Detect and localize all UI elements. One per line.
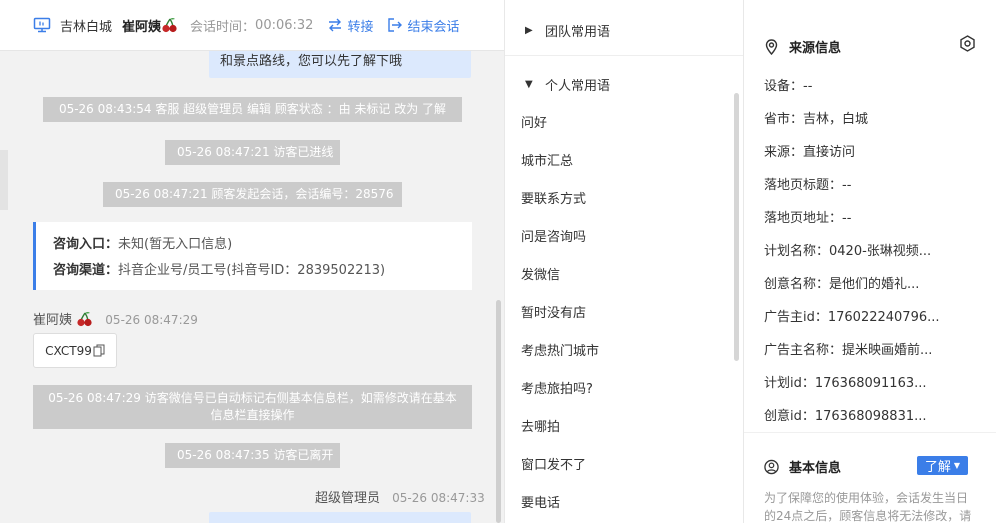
basic-info-title: 基本信息 xyxy=(764,457,841,476)
divider xyxy=(505,55,743,56)
status-dropdown[interactable]: 了解 ▼ xyxy=(917,456,968,475)
status-value: 了解 xyxy=(924,460,951,475)
team-phrases-group[interactable]: ▶ 团队常用语 xyxy=(525,21,610,40)
system-message-status: 05-26 08:43:54 客服 超级管理员 编辑 顾客状态 ：由 未标记 改… xyxy=(43,97,462,122)
system-message-left: 05-26 08:47:35 访客已离开 xyxy=(165,443,340,468)
phrase-item[interactable]: 问好 xyxy=(521,112,547,131)
entry-value: 未知(暂无入口信息) xyxy=(118,237,233,252)
location-pin-icon xyxy=(765,38,778,55)
caret-down-icon: ▼ xyxy=(525,79,533,90)
landing-url-info: 落地页地址：-- xyxy=(764,211,852,226)
visitor-city: 吉林白城 xyxy=(60,19,113,35)
team-phrases-label: 团队常用语 xyxy=(545,25,611,40)
chat-panel: 和景点路线，您可以先了解下哦 05-26 08:43:54 客服 超级管理员 编… xyxy=(0,0,504,523)
visitor-name: 崔阿姨 xyxy=(122,19,162,35)
session-time-value: 00:06:32 xyxy=(255,17,314,33)
device-info: 设备：-- xyxy=(764,79,813,94)
agent-message-bubble-bottom xyxy=(209,512,471,523)
source-info-title: 来源信息 xyxy=(764,37,841,56)
chat-header: 吉林白城 崔阿姨 会话时间： 00:06:32 转接 结束会话 xyxy=(0,0,504,51)
phrase-item[interactable]: 要联系方式 xyxy=(521,188,586,207)
copy-icon[interactable] xyxy=(93,344,105,357)
phrases-scrollbar[interactable] xyxy=(734,93,739,361)
inquiry-info-card: 咨询入口：未知(暂无入口信息) 咨询渠道：抖音企业号/员工号(抖音号ID：283… xyxy=(33,222,472,290)
chat-workspace: 和景点路线，您可以先了解下哦 05-26 08:43:54 客服 超级管理员 编… xyxy=(0,0,996,523)
settings-icon[interactable] xyxy=(959,35,976,52)
visitor-message-time: 05-26 08:47:29 xyxy=(105,313,198,327)
cherry-icon xyxy=(162,18,177,33)
advertiser-name-info: 广告主名称：提米映画婚前... xyxy=(764,343,933,358)
monitor-icon xyxy=(33,17,51,33)
personal-phrases-group[interactable]: ▼ 个人常用语 xyxy=(525,75,610,94)
basic-info-label: 基本信息 xyxy=(789,461,842,476)
transfer-icon xyxy=(329,18,342,32)
entry-row: 咨询入口：未知(暂无入口信息) xyxy=(53,232,472,258)
entry-key: 咨询入口： xyxy=(53,237,119,252)
end-session-label: 结束会话 xyxy=(407,19,460,35)
visitor-sender: 崔阿姨 05-26 08:47:29 xyxy=(33,309,198,328)
session-time-label: 会话时间： xyxy=(190,19,256,35)
common-phrases-panel: ▶ 团队常用语 ▼ 个人常用语 问好 城市汇总 要联系方式 问是咨询吗 发微信 … xyxy=(504,0,744,523)
channel-key: 咨询渠道： xyxy=(53,263,119,278)
system-message-start: 05-26 08:47:21 顾客发起会话，会话编号：28576 xyxy=(103,182,402,207)
visitor-sender-name: 崔阿姨 xyxy=(33,313,73,328)
phrase-item[interactable]: 暂时没有店 xyxy=(521,302,586,321)
phrase-item[interactable]: 要电话 xyxy=(521,492,560,511)
phrase-item[interactable]: 考虑热门城市 xyxy=(521,340,599,359)
agent-sender-name: 超级管理员 xyxy=(315,491,381,506)
personal-phrases-label: 个人常用语 xyxy=(545,79,611,94)
cherry-icon xyxy=(77,312,92,327)
advertiser-id-info: 广告主id：176022240796... xyxy=(764,310,940,325)
agent-message-time: 05-26 08:47:33 xyxy=(392,491,485,505)
channel-value: 抖音企业号/员工号(抖音号ID：2839502213) xyxy=(118,263,386,278)
visitor-info-panel: 来源信息 设备：-- 省市：吉林，白城 来源：直接访问 落地页标题：-- 落地页… xyxy=(744,0,996,523)
plan-name-info: 计划名称：0420-张琳视频... xyxy=(764,244,932,259)
edit-notice: 为了保障您的使用体验，会话发生当日的24点之后，顾客信息将无法修改，请 xyxy=(764,491,972,523)
visitor-code-text: CXCT99 xyxy=(45,343,92,358)
province-info: 省市：吉林，白城 xyxy=(764,112,869,127)
channel-row: 咨询渠道：抖音企业号/员工号(抖音号ID：2839502213) xyxy=(53,258,472,284)
idea-id-info: 创意id：176368098831... xyxy=(764,409,927,424)
side-handle[interactable] xyxy=(0,150,8,210)
phrase-item[interactable]: 城市汇总 xyxy=(521,150,573,169)
landing-title-info: 落地页标题：-- xyxy=(764,178,852,193)
end-session-button[interactable]: 结束会话 xyxy=(387,16,459,35)
phrase-item[interactable]: 考虑旅拍吗? xyxy=(521,378,593,397)
idea-name-info: 创意名称：是他们的婚礼... xyxy=(764,277,920,292)
phrase-item[interactable]: 去哪拍 xyxy=(521,416,560,435)
caret-right-icon: ▶ xyxy=(525,25,533,36)
chat-scrollbar[interactable] xyxy=(496,300,501,523)
system-message-enter: 05-26 08:47:21 访客已进线 xyxy=(165,140,340,165)
transfer-label: 转接 xyxy=(347,19,374,35)
divider xyxy=(744,432,996,433)
exit-icon xyxy=(388,18,403,32)
transfer-button[interactable]: 转接 xyxy=(327,16,373,35)
system-message-wechat: 05-26 08:47:29 访客微信号已自动标记右侧基本信息栏，如需修改请在基… xyxy=(33,385,472,429)
source-info-label: 来源信息 xyxy=(789,41,842,56)
phrase-item[interactable]: 问是咨询吗 xyxy=(521,226,586,245)
agent-message-text: 和景点路线，您可以先了解下哦 xyxy=(220,54,403,69)
agent-sender: 超级管理员 05-26 08:47:33 xyxy=(315,487,485,506)
caret-down-icon: ▼ xyxy=(953,461,961,470)
phrase-item[interactable]: 发微信 xyxy=(521,264,560,283)
plan-id-info: 计划id：176368091163... xyxy=(764,376,927,391)
visitor-message-bubble[interactable]: CXCT99 xyxy=(33,333,117,368)
phrase-item[interactable]: 窗口发不了 xyxy=(521,454,586,473)
user-icon xyxy=(764,459,779,474)
origin-info: 来源：直接访问 xyxy=(764,145,856,160)
